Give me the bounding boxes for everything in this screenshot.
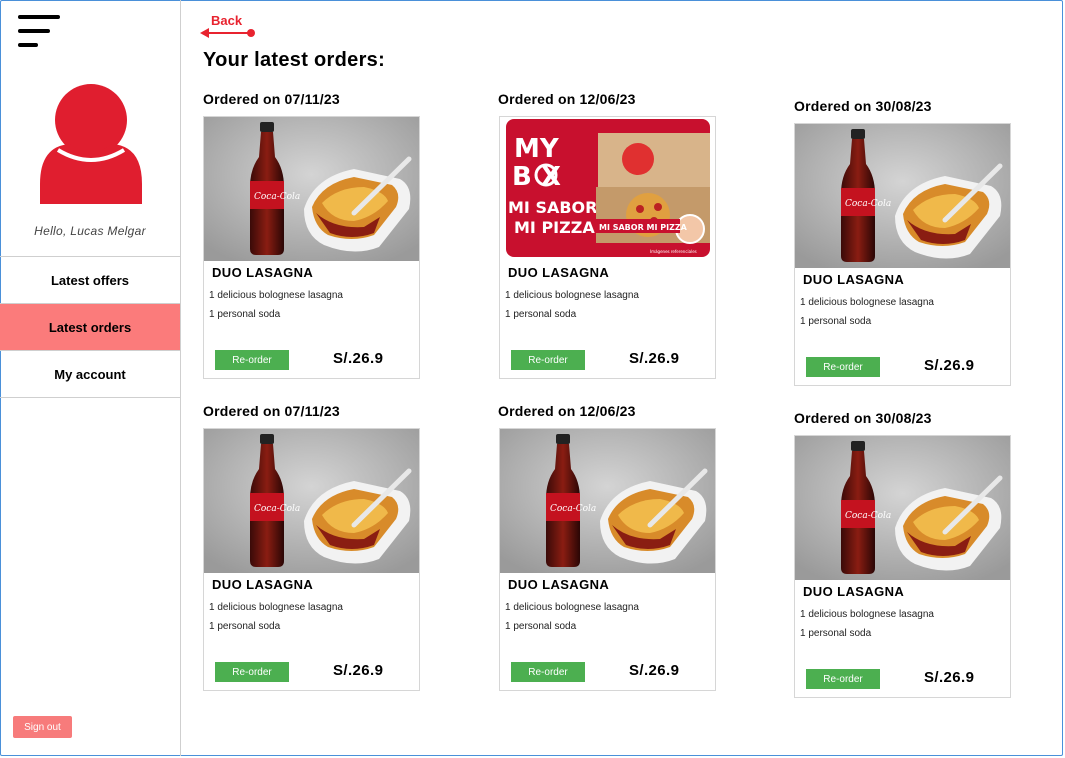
product-item: 1 delicious bolognese lasagna <box>505 290 639 301</box>
product-item: 1 personal soda <box>209 621 281 632</box>
product-item: 1 personal soda <box>800 316 872 327</box>
svg-text:MI PIZZA: MI PIZZA <box>514 218 595 237</box>
sign-out-button[interactable]: Sign out <box>13 716 72 738</box>
order-card: Coca-Cola DUO LASAGNA 1 delicious bologn… <box>794 123 1011 386</box>
product-name: DUO LASAGNA <box>212 265 314 280</box>
sidebar: Hello, Lucas Melgar Latest offers Latest… <box>0 0 181 756</box>
svg-text:MY: MY <box>514 134 560 164</box>
back-arrow-icon <box>200 28 255 38</box>
sidebar-item-latest-orders[interactable]: Latest orders <box>0 304 180 351</box>
svg-text:MI SABOR: MI SABOR <box>508 198 597 217</box>
price: S/.26.9 <box>333 350 384 367</box>
product-item: 1 personal soda <box>505 621 577 632</box>
reorder-button[interactable]: Re-order <box>511 350 585 370</box>
svg-text:MI SABOR MI PIZZA: MI SABOR MI PIZZA <box>599 223 688 232</box>
product-item: 1 delicious bolognese lasagna <box>800 297 934 308</box>
sidebar-item-my-account[interactable]: My account <box>0 351 180 398</box>
svg-text:Coca-Cola: Coca-Cola <box>845 511 891 521</box>
order-date: Ordered on 30/08/23 <box>794 98 932 114</box>
product-name: DUO LASAGNA <box>803 272 905 287</box>
price: S/.26.9 <box>924 357 975 374</box>
order-card: Coca-Cola DUO LASAGNA 1 delicious bologn… <box>794 435 1011 698</box>
back-label: Back <box>211 13 243 28</box>
product-item: 1 delicious bolognese lasagna <box>505 602 639 613</box>
back-button[interactable]: Back <box>200 12 262 42</box>
price: S/.26.9 <box>629 350 680 367</box>
sidebar-item-latest-offers[interactable]: Latest offers <box>0 257 180 304</box>
order-card: Coca-Cola DUO LASAGNA 1 delicious bologn… <box>203 428 420 691</box>
product-item: 1 personal soda <box>505 309 577 320</box>
svg-text:Coca-Cola: Coca-Cola <box>254 504 300 514</box>
lasagna-soda-image: Coca-Cola <box>204 117 419 261</box>
pizza-hut-promo-image: MY B X MI SABOR MI PIZZA MI SABOR MI PIZ… <box>500 117 715 261</box>
reorder-button[interactable]: Re-order <box>215 662 289 682</box>
price: S/.26.9 <box>924 669 975 686</box>
product-item: 1 personal soda <box>209 309 281 320</box>
svg-text:Coca-Cola: Coca-Cola <box>254 192 300 202</box>
product-item: 1 personal soda <box>800 628 872 639</box>
user-greeting: Hello, Lucas Melgar <box>34 224 146 238</box>
svg-text:Coca-Cola: Coca-Cola <box>845 199 891 209</box>
product-name: DUO LASAGNA <box>212 577 314 592</box>
product-name: DUO LASAGNA <box>508 577 610 592</box>
lasagna-soda-image: Coca-Cola <box>500 429 715 573</box>
sidebar-nav: Latest offers Latest orders My account <box>0 256 180 398</box>
reorder-button[interactable]: Re-order <box>215 350 289 370</box>
order-date: Ordered on 12/06/23 <box>498 91 636 107</box>
order-card: Coca-Cola DUO LASAGNA 1 delicious bologn… <box>499 428 716 691</box>
page-title: Your latest orders: <box>203 49 386 71</box>
price: S/.26.9 <box>629 662 680 679</box>
svg-text:Coca-Cola: Coca-Cola <box>550 504 596 514</box>
order-date: Ordered on 07/11/23 <box>203 91 340 107</box>
order-date: Ordered on 12/06/23 <box>498 403 636 419</box>
lasagna-soda-image: Coca-Cola <box>204 429 419 573</box>
menu-icon[interactable] <box>18 15 62 51</box>
product-name: DUO LASAGNA <box>803 584 905 599</box>
product-item: 1 delicious bolognese lasagna <box>209 290 343 301</box>
lasagna-soda-image: Coca-Cola <box>795 124 1010 268</box>
order-card: Coca-Cola DUO LASAGNA 1 delicious bologn… <box>203 116 420 379</box>
price: S/.26.9 <box>333 662 384 679</box>
reorder-button[interactable]: Re-order <box>511 662 585 682</box>
svg-text:Imágenes referenciales: Imágenes referenciales <box>650 249 697 254</box>
lasagna-soda-image: Coca-Cola <box>795 436 1010 580</box>
reorder-button[interactable]: Re-order <box>806 669 880 689</box>
order-card: MY B X MI SABOR MI PIZZA MI SABOR MI PIZ… <box>499 116 716 379</box>
product-item: 1 delicious bolognese lasagna <box>209 602 343 613</box>
order-date: Ordered on 30/08/23 <box>794 410 932 426</box>
order-date: Ordered on 07/11/23 <box>203 403 340 419</box>
product-name: DUO LASAGNA <box>508 265 610 280</box>
reorder-button[interactable]: Re-order <box>806 357 880 377</box>
user-avatar-icon <box>40 84 142 204</box>
product-item: 1 delicious bolognese lasagna <box>800 609 934 620</box>
